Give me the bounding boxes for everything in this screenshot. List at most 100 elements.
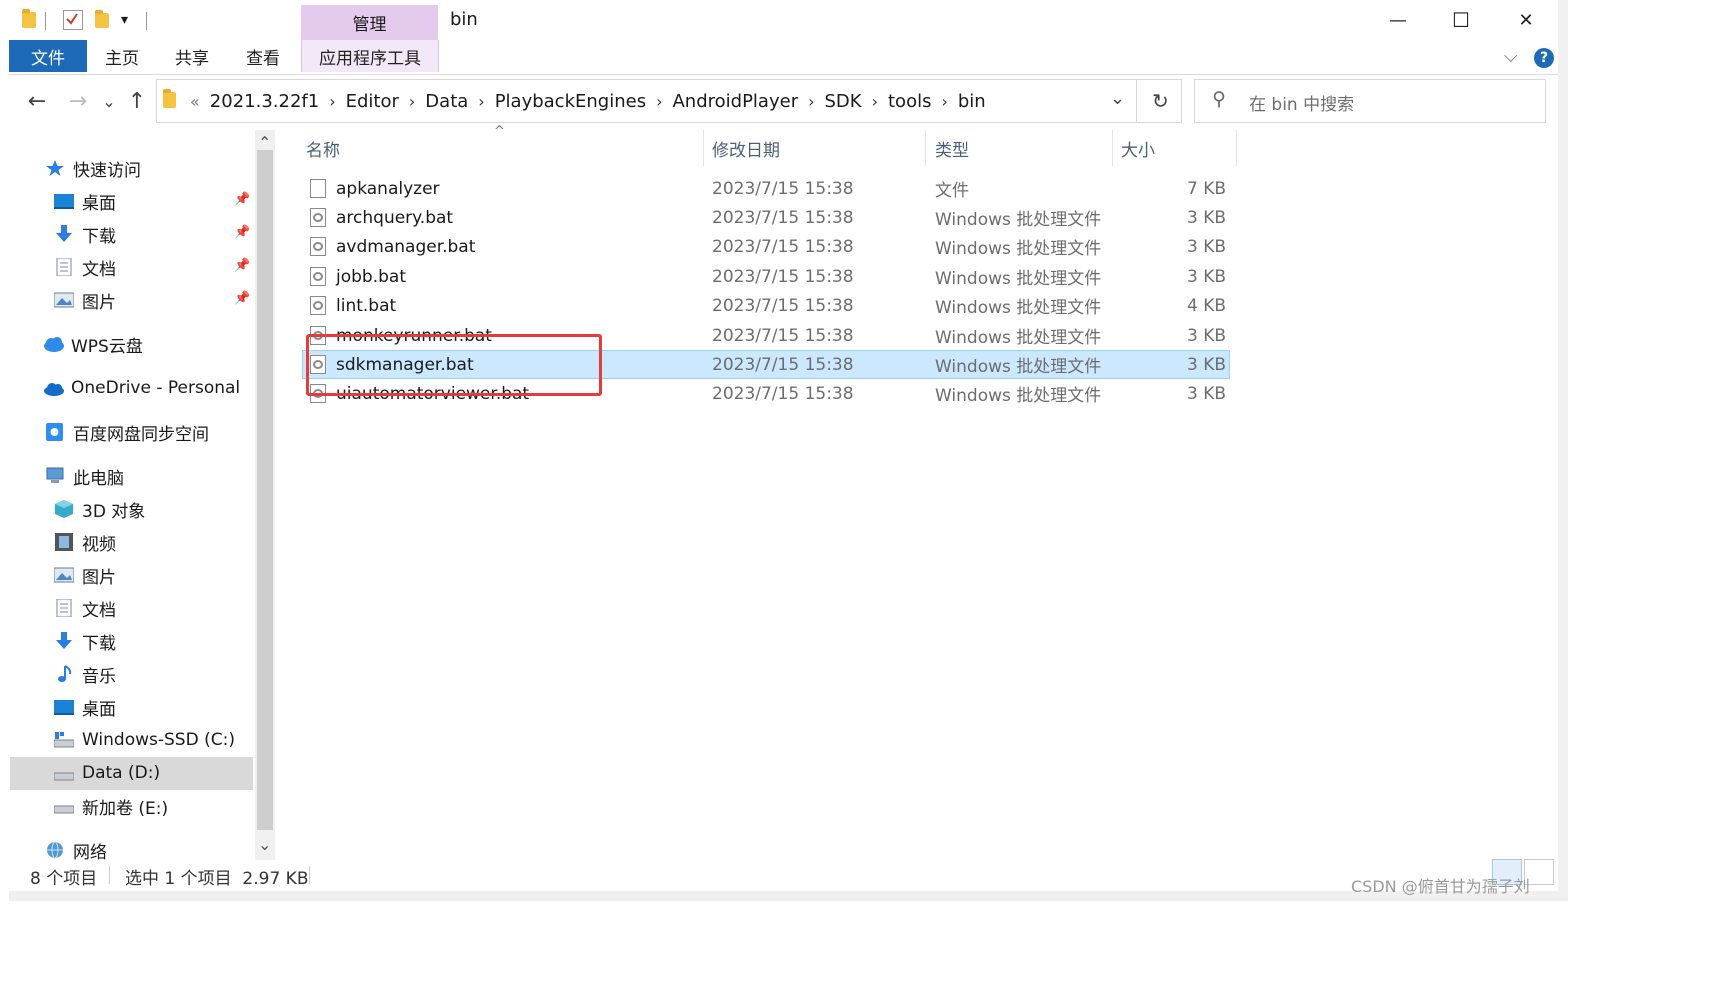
column-header-size[interactable]: 大小 <box>1121 136 1155 161</box>
breadcrumb-item[interactable]: PlaybackEngines <box>487 91 654 112</box>
nav-baidu-netdisk[interactable]: 百度网盘同步空间 <box>45 417 209 447</box>
3d-objects-icon <box>54 500 74 518</box>
nav-pc-drive-e[interactable]: 新加卷 (E:) <box>53 791 168 821</box>
column-header-type[interactable]: 类型 <box>935 136 969 161</box>
new-folder-icon[interactable] <box>95 10 109 28</box>
address-dropdown-icon[interactable]: ⌄ <box>1110 88 1125 109</box>
column-divider[interactable] <box>1112 130 1113 166</box>
back-button[interactable]: ← <box>24 88 50 114</box>
file-row[interactable]: apkanalyzer 2023/7/15 15:38 文件 7 KB <box>302 174 1230 203</box>
breadcrumb-item[interactable]: Data <box>417 91 476 112</box>
breadcrumb-item[interactable]: bin <box>950 91 994 112</box>
pin-icon[interactable]: 📌 <box>234 291 250 306</box>
nav-this-pc[interactable]: 此电脑 <box>45 461 124 491</box>
toolbar-divider <box>45 12 46 30</box>
breadcrumb-item[interactable]: AndroidPlayer <box>664 91 806 112</box>
nav-network[interactable]: 网络 <box>45 835 107 865</box>
file-row[interactable]: lint.bat 2023/7/15 15:38 Windows 批处理文件 4… <box>302 291 1230 320</box>
forward-button[interactable]: → <box>65 88 91 114</box>
pin-icon[interactable]: 📌 <box>234 225 250 240</box>
breadcrumb-separator-icon[interactable]: › <box>806 92 816 111</box>
drive-icon <box>53 797 75 815</box>
window-bottom-edge <box>9 891 1558 901</box>
nav-quick-pictures[interactable]: 图片 <box>53 285 116 315</box>
batch-file-icon <box>310 208 326 227</box>
refresh-button[interactable]: ↻ <box>1152 89 1169 113</box>
nav-pc-music[interactable]: 音乐 <box>54 659 116 689</box>
breadcrumb-separator-icon[interactable]: › <box>939 92 949 111</box>
breadcrumb-separator-icon[interactable]: › <box>870 92 880 111</box>
tab-application-tools[interactable]: 应用程序工具 <box>301 40 439 72</box>
folder-icon <box>163 89 176 108</box>
properties-icon[interactable] <box>63 10 83 30</box>
nav-pc-documents[interactable]: 文档 <box>54 593 116 623</box>
column-divider[interactable] <box>1236 130 1237 166</box>
tab-file[interactable]: 文件 <box>9 40 87 72</box>
nav-onedrive[interactable]: OneDrive - Personal <box>43 373 240 403</box>
maximize-button[interactable]: ☐ <box>1437 5 1485 35</box>
column-divider[interactable] <box>703 130 704 166</box>
file-size: 4 KB <box>1186 295 1226 316</box>
tab-share[interactable]: 共享 <box>161 40 223 72</box>
nav-quick-documents[interactable]: 文档 <box>54 252 116 282</box>
nav-pc-videos[interactable]: 视频 <box>54 527 116 557</box>
nav-quick-desktop[interactable]: 桌面 <box>54 186 116 216</box>
nav-quick-download[interactable]: 下载 <box>54 219 116 249</box>
nav-label: 桌面 <box>82 193 116 214</box>
nav-label: 文档 <box>82 259 116 280</box>
column-header-modified[interactable]: 修改日期 <box>712 136 780 161</box>
nav-wps-cloud[interactable]: WPS云盘 <box>43 329 143 359</box>
breadcrumb-separator-icon[interactable]: › <box>407 92 417 111</box>
recent-locations-button[interactable]: ⌄ <box>96 88 122 114</box>
file-modified: 2023/7/15 15:38 <box>712 383 854 404</box>
file-name: archquery.bat <box>336 207 454 228</box>
folder-icon[interactable] <box>22 9 36 28</box>
pin-icon[interactable]: 📌 <box>234 192 250 207</box>
document-icon <box>54 598 74 618</box>
tab-view[interactable]: 查看 <box>232 40 294 72</box>
file-row[interactable]: avdmanager.bat 2023/7/15 15:38 Windows 批… <box>302 232 1230 261</box>
nav-pc-pictures[interactable]: 图片 <box>53 560 116 590</box>
nav-pc-drive-d[interactable]: Data (D:) <box>53 758 160 788</box>
column-divider[interactable] <box>925 130 926 166</box>
breadcrumb-item[interactable]: 2021.3.22f1 <box>202 91 327 112</box>
breadcrumb-item[interactable]: tools <box>880 91 939 112</box>
close-button[interactable]: ✕ <box>1502 5 1550 35</box>
breadcrumb-overflow-button[interactable]: « <box>188 92 202 111</box>
search-placeholder: 在 bin 中搜索 <box>1249 95 1355 115</box>
breadcrumb-item[interactable]: Editor <box>338 91 407 112</box>
nav-quick-access[interactable]: 快速访问 <box>45 153 141 183</box>
nav-pc-drive-c[interactable]: Windows-SSD (C:) <box>53 725 235 755</box>
file-row[interactable]: jobb.bat 2023/7/15 15:38 Windows 批处理文件 3… <box>302 262 1230 291</box>
breadcrumb-item[interactable]: SDK <box>817 91 870 112</box>
music-icon <box>54 665 74 683</box>
highlight-annotation-box <box>306 334 602 396</box>
customize-toolbar-chevron-icon[interactable]: ▾ <box>121 12 128 28</box>
nav-pc-desktop[interactable]: 桌面 <box>54 692 116 722</box>
file-type: Windows 批处理文件 <box>935 269 1102 289</box>
breadcrumb-separator-icon[interactable]: › <box>476 92 486 111</box>
nav-scrollbar-thumb[interactable] <box>257 150 273 830</box>
minimize-button[interactable]: — <box>1374 5 1422 35</box>
search-input[interactable] <box>1194 79 1546 123</box>
tab-manage[interactable]: 管理 <box>301 5 438 40</box>
scroll-down-icon[interactable]: ⌄ <box>258 835 271 854</box>
nav-pc-downloads[interactable]: 下载 <box>54 626 116 656</box>
nav-pc-3d-objects[interactable]: 3D 对象 <box>54 494 145 524</box>
nav-label: 文档 <box>82 600 116 621</box>
ribbon-expand-chevron-icon[interactable]: ⌵ <box>1504 46 1518 67</box>
up-button[interactable]: ↑ <box>124 88 150 114</box>
breadcrumb-separator-icon[interactable]: › <box>654 92 664 111</box>
download-icon <box>54 225 74 243</box>
pin-icon[interactable]: 📌 <box>234 258 250 273</box>
file-row[interactable]: archquery.bat 2023/7/15 15:38 Windows 批处… <box>302 203 1230 232</box>
nav-label: Windows-SSD (C:) <box>82 730 235 750</box>
column-header-name[interactable]: 名称 <box>306 136 340 161</box>
tab-home[interactable]: 主页 <box>91 40 153 72</box>
nav-label: 下载 <box>82 633 116 654</box>
status-divider <box>309 866 310 884</box>
scroll-up-icon[interactable]: ⌃ <box>258 133 271 152</box>
breadcrumb-separator-icon[interactable]: › <box>327 92 337 111</box>
help-button[interactable]: ? <box>1534 48 1554 68</box>
batch-file-icon <box>310 237 326 256</box>
